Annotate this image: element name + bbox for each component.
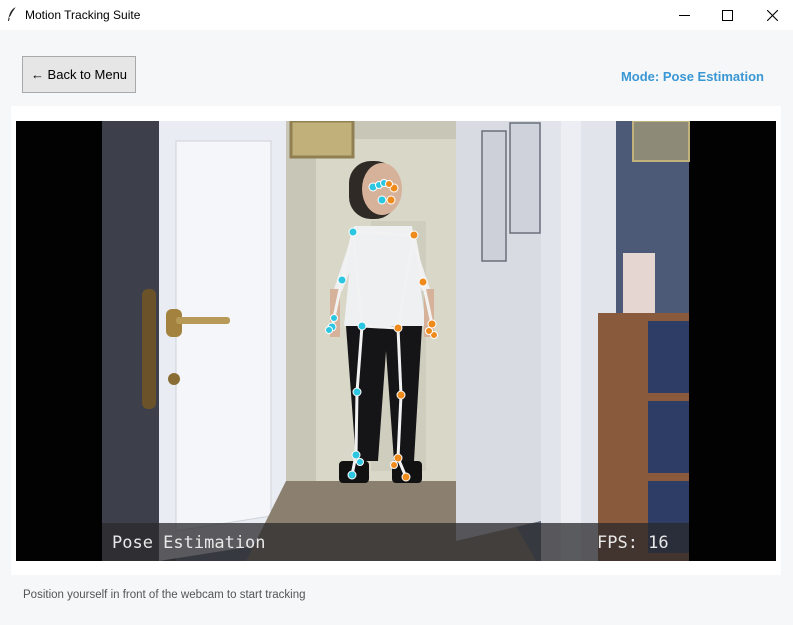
- close-icon: [766, 9, 778, 21]
- title-bar: Motion Tracking Suite: [0, 0, 793, 30]
- minimize-icon: [678, 14, 690, 16]
- camera-scene: [16, 121, 776, 561]
- status-text: Position yourself in front of the webcam…: [23, 589, 306, 601]
- webcam-feed: Pose Estimation FPS: 16: [16, 121, 776, 561]
- mode-overlay-text: Pose Estimation: [112, 533, 266, 553]
- mode-label: Mode: Pose Estimation: [620, 69, 764, 84]
- maximize-button[interactable]: [704, 0, 750, 30]
- back-to-menu-button[interactable]: ← Back to Menu: [22, 56, 136, 93]
- fps-counter: FPS: 16: [597, 533, 669, 553]
- maximize-icon: [721, 9, 733, 21]
- close-button[interactable]: [749, 0, 793, 30]
- feather-icon: [8, 6, 17, 21]
- window-title: Motion Tracking Suite: [25, 8, 141, 22]
- minimize-button[interactable]: [661, 0, 707, 30]
